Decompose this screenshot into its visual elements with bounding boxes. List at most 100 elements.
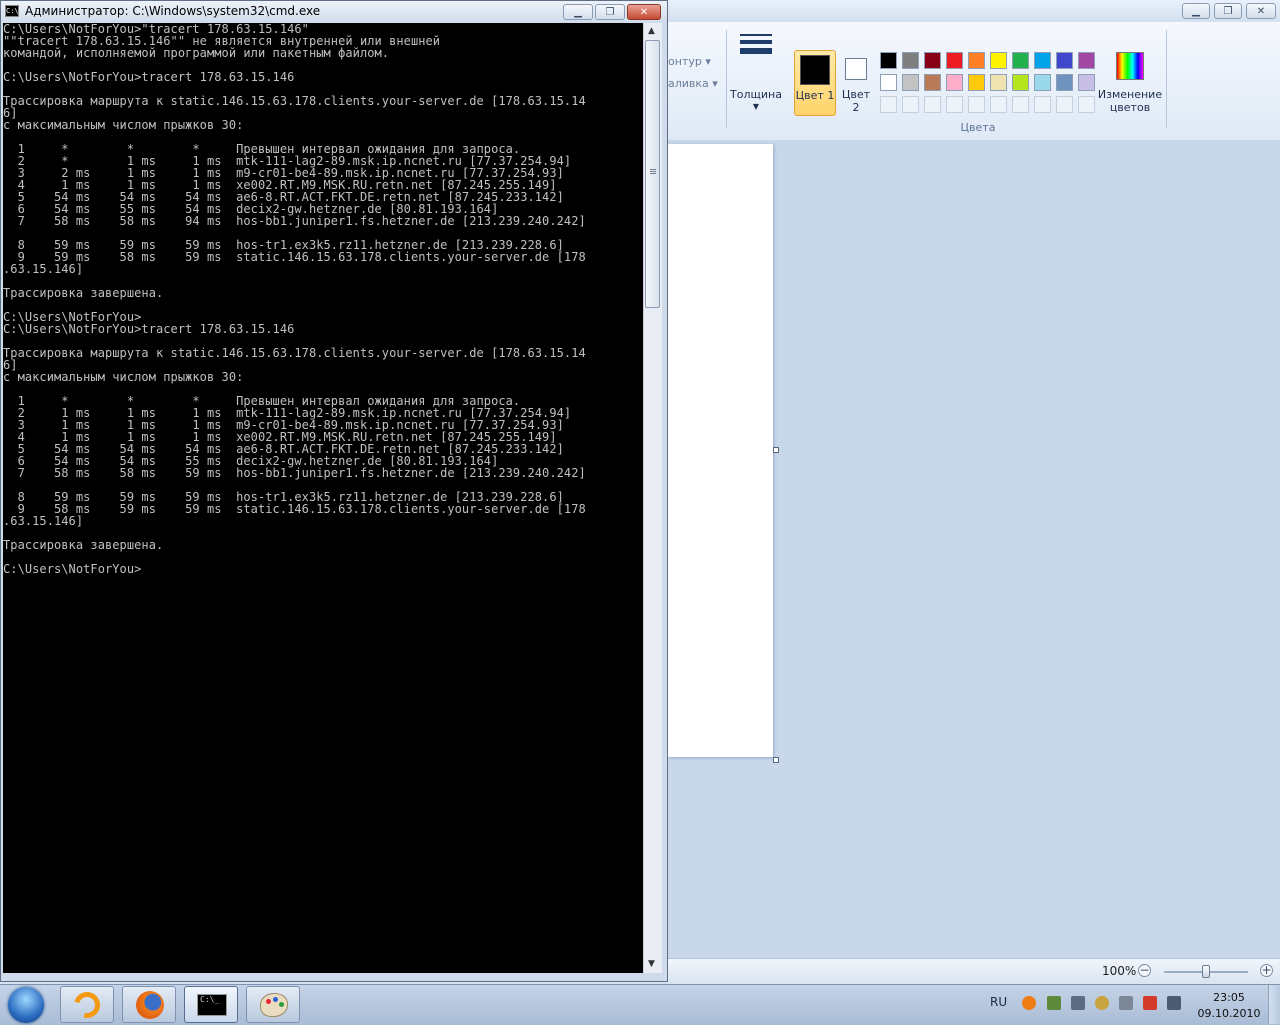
palette-custom-slot[interactable]: [1078, 96, 1095, 113]
resize-handle-corner[interactable]: [773, 757, 779, 763]
tray-utility-icon[interactable]: [1095, 996, 1109, 1010]
thickness-label: Толщина: [730, 88, 782, 101]
palette-color-swatch[interactable]: [1034, 52, 1051, 69]
firefox-icon: [136, 991, 164, 1019]
tray-flag-icon[interactable]: [1143, 996, 1157, 1010]
fill-label: аливка: [668, 77, 709, 90]
palette-color-swatch[interactable]: [946, 74, 963, 91]
outline-label: онтур: [668, 55, 702, 68]
cmd-maximize-button[interactable]: ❐: [595, 4, 625, 20]
taskbar-cmd[interactable]: C:\_: [184, 986, 238, 1023]
canvas-area: [668, 140, 1280, 958]
orange-swirl-icon: [69, 987, 105, 1023]
color2-swatch: [845, 58, 867, 80]
tray-security-icon[interactable]: [1047, 996, 1061, 1010]
palette-color-swatch[interactable]: [1078, 74, 1095, 91]
zoom-in-button[interactable]: +: [1260, 964, 1273, 977]
tray-volume-icon[interactable]: [1167, 996, 1181, 1010]
palette-color-swatch[interactable]: [968, 74, 985, 91]
palette-color-swatch[interactable]: [902, 52, 919, 69]
cmd-close-button[interactable]: ✕: [627, 4, 661, 20]
palette-custom-slot[interactable]: [946, 96, 963, 113]
palette-custom-slot[interactable]: [924, 96, 941, 113]
scroll-down-arrow-icon[interactable]: ▼: [648, 959, 655, 969]
tray-device-icon[interactable]: [1071, 996, 1085, 1010]
palette-color-swatch[interactable]: [880, 52, 897, 69]
tray-app-icon[interactable]: [1022, 996, 1036, 1010]
paint-statusbar: 100% − +: [668, 958, 1280, 985]
paint-minimize-button[interactable]: ▁: [1182, 3, 1210, 19]
paint-window: ▁ ❐ ✕ ? онтур ▾ аливка ▾ Толщина ▼ Цвет …: [668, 0, 1280, 985]
palette-color-swatch[interactable]: [924, 74, 941, 91]
taskbar-firefox[interactable]: [122, 986, 176, 1023]
palette-color-swatch[interactable]: [946, 52, 963, 69]
cmd-window: C:\ Администратор: C:\Windows\system32\c…: [0, 0, 668, 982]
clock[interactable]: 23:05 09.10.2010: [1194, 990, 1264, 1022]
color2-button[interactable]: Цвет 2: [838, 50, 874, 116]
clock-time: 23:05: [1213, 991, 1245, 1004]
cmd-vertical-scrollbar[interactable]: ▲ ▼: [643, 23, 662, 973]
palette-custom-slot[interactable]: [880, 96, 897, 113]
color1-label: Цвет 1: [795, 89, 835, 102]
color1-button[interactable]: Цвет 1: [794, 50, 836, 116]
color1-swatch: [800, 55, 830, 85]
palette-color-swatch[interactable]: [990, 74, 1007, 91]
color2-label: Цвет 2: [841, 88, 871, 114]
palette-color-swatch[interactable]: [880, 74, 897, 91]
windows-orb-icon: [8, 987, 44, 1023]
colors-group-label: Цвета: [960, 121, 996, 134]
palette-custom-slot[interactable]: [902, 96, 919, 113]
outline-dropdown[interactable]: онтур ▾: [668, 55, 711, 68]
palette-custom-slot[interactable]: [1056, 96, 1073, 113]
cmd-icon: C:\_: [197, 994, 227, 1016]
zoom-out-button[interactable]: −: [1138, 964, 1151, 977]
thickness-lines-icon: [740, 34, 772, 54]
palette-color-swatch[interactable]: [968, 52, 985, 69]
zoom-level: 100%: [1102, 964, 1137, 978]
paint-palette-icon: [260, 993, 288, 1017]
drawing-canvas[interactable]: [668, 144, 773, 757]
palette-custom-slot[interactable]: [1034, 96, 1051, 113]
cmd-minimize-button[interactable]: ▁: [563, 4, 593, 20]
paint-close-button[interactable]: ✕: [1246, 3, 1276, 19]
zoom-slider[interactable]: [1164, 965, 1248, 978]
zoom-slider-thumb[interactable]: [1202, 965, 1210, 978]
ribbon-separator: [726, 30, 727, 128]
cmd-window-title: Администратор: C:\Windows\system32\cmd.e…: [25, 4, 321, 18]
edit-colors-label: Изменение цветов: [1097, 88, 1163, 114]
palette-color-swatch[interactable]: [902, 74, 919, 91]
palette-custom-slot[interactable]: [990, 96, 1007, 113]
palette-custom-slot[interactable]: [1012, 96, 1029, 113]
show-desktop-button[interactable]: [1268, 985, 1280, 1024]
palette-color-swatch[interactable]: [1012, 52, 1029, 69]
scroll-up-arrow-icon[interactable]: ▲: [648, 26, 655, 36]
palette-color-swatch[interactable]: [990, 52, 1007, 69]
rainbow-palette-icon: [1116, 52, 1144, 80]
resize-handle-right[interactable]: [773, 447, 779, 453]
taskbar-paint[interactable]: [246, 986, 300, 1023]
edit-colors-button[interactable]: Изменение цветов: [1096, 50, 1166, 120]
palette-color-swatch[interactable]: [1056, 52, 1073, 69]
console-text: C:\Users\NotForYou>"tracert 178.63.15.14…: [3, 23, 586, 576]
paint-titlebar: ▁ ❐ ✕: [668, 0, 1280, 22]
fill-dropdown[interactable]: аливка ▾: [668, 77, 718, 90]
palette-color-swatch[interactable]: [924, 52, 941, 69]
palette-custom-slot[interactable]: [968, 96, 985, 113]
taskbar-app-1[interactable]: [60, 986, 114, 1023]
taskbar: C:\_ RU: [0, 984, 1280, 1025]
scrollbar-thumb[interactable]: [645, 40, 660, 308]
language-indicator[interactable]: RU: [990, 995, 1007, 1009]
cmd-app-icon: C:\: [5, 5, 19, 17]
palette-color-swatch[interactable]: [1034, 74, 1051, 91]
paint-maximize-button[interactable]: ❐: [1214, 3, 1242, 19]
palette-color-swatch[interactable]: [1078, 52, 1095, 69]
cmd-titlebar[interactable]: C:\ Администратор: C:\Windows\system32\c…: [1, 1, 667, 23]
thickness-button[interactable]: Толщина ▼: [730, 30, 782, 114]
console-output[interactable]: C:\Users\NotForYou>"tracert 178.63.15.14…: [3, 23, 643, 973]
ribbon-separator: [1166, 30, 1167, 128]
palette-color-swatch[interactable]: [1012, 74, 1029, 91]
tray-network-icon[interactable]: [1119, 996, 1133, 1010]
paint-ribbon: онтур ▾ аливка ▾ Толщина ▼ Цвет 1 Цвет 2: [668, 22, 1280, 141]
start-button[interactable]: [2, 985, 52, 1025]
palette-color-swatch[interactable]: [1056, 74, 1073, 91]
